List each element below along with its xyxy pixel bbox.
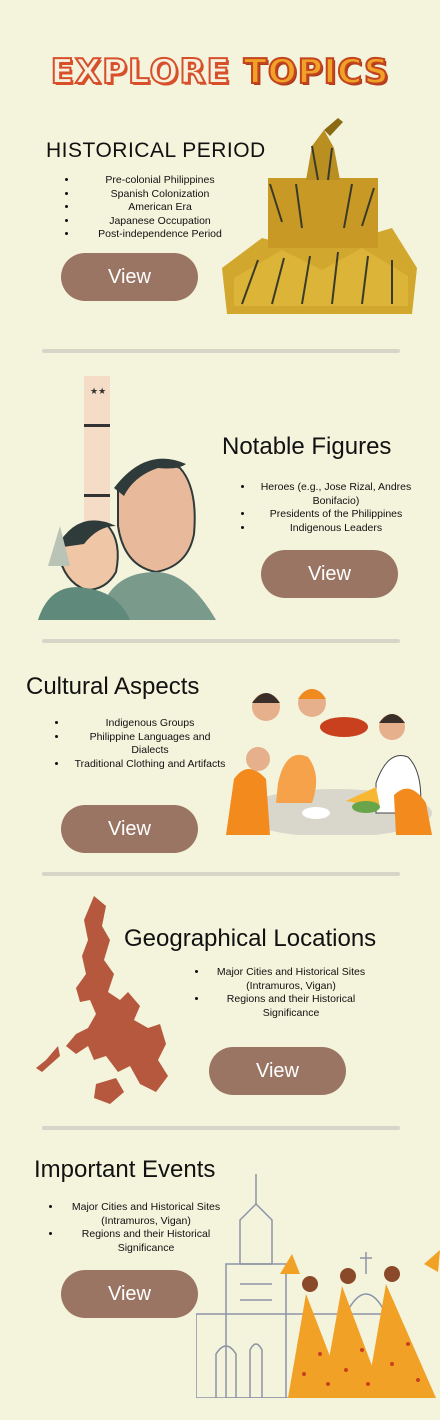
list-item: Presidents of the Philippines bbox=[254, 508, 414, 522]
page-title: EXPLORE TOPICS bbox=[0, 51, 440, 93]
section-heading-important-events: Important Events bbox=[34, 1156, 216, 1183]
view-button-important-events[interactable]: View bbox=[61, 1270, 198, 1318]
section-heading-notable-figures: Notable Figures bbox=[222, 433, 392, 460]
topic-list-cultural-aspects: Indigenous Groups Philippine Languages a… bbox=[50, 717, 228, 771]
section-divider bbox=[42, 639, 400, 643]
list-item: Spanish Colonization bbox=[78, 188, 238, 202]
list-item: Major Cities and Historical Sites (Intra… bbox=[208, 966, 370, 993]
rizal-portrait-illustration: ★★ bbox=[38, 376, 216, 620]
list-item: Indigenous Leaders bbox=[254, 522, 414, 536]
section-divider bbox=[42, 872, 400, 876]
philippines-map-illustration bbox=[36, 896, 168, 1104]
topic-list-notable-figures: Heroes (e.g., Jose Rizal, Andres Bonifac… bbox=[236, 481, 414, 535]
list-item: Traditional Clothing and Artifacts bbox=[68, 758, 228, 772]
svg-text:★★: ★★ bbox=[90, 387, 106, 397]
list-item: American Era bbox=[78, 201, 238, 215]
family-feast-illustration bbox=[226, 689, 432, 835]
view-button-geographical-locations[interactable]: View bbox=[209, 1047, 346, 1095]
list-item: Philippine Languages and Dialects bbox=[68, 731, 228, 758]
topic-list-historical-period: Pre-colonial Philippines Spanish Coloniz… bbox=[60, 174, 238, 242]
list-item: Japanese Occupation bbox=[78, 215, 238, 229]
section-divider bbox=[42, 349, 400, 353]
title-word-topics: TOPICS bbox=[243, 51, 390, 93]
church-dancers-illustration bbox=[196, 1174, 440, 1398]
view-button-notable-figures[interactable]: View bbox=[261, 550, 398, 598]
topic-list-geographical-locations: Major Cities and Historical Sites (Intra… bbox=[190, 966, 370, 1020]
list-item: Post-independence Period bbox=[78, 228, 238, 242]
list-item: Indigenous Groups bbox=[68, 717, 228, 731]
title-word-explore: EXPLORE bbox=[50, 51, 231, 93]
historical-monument-illustration bbox=[222, 118, 417, 314]
section-divider bbox=[42, 1126, 400, 1130]
list-item: Pre-colonial Philippines bbox=[78, 174, 238, 188]
list-item: Regions and their Historical Significanc… bbox=[208, 993, 370, 1020]
section-heading-cultural-aspects: Cultural Aspects bbox=[26, 673, 200, 700]
view-button-historical-period[interactable]: View bbox=[61, 253, 198, 301]
list-item: Heroes (e.g., Jose Rizal, Andres Bonifac… bbox=[254, 481, 414, 508]
view-button-cultural-aspects[interactable]: View bbox=[61, 805, 198, 853]
